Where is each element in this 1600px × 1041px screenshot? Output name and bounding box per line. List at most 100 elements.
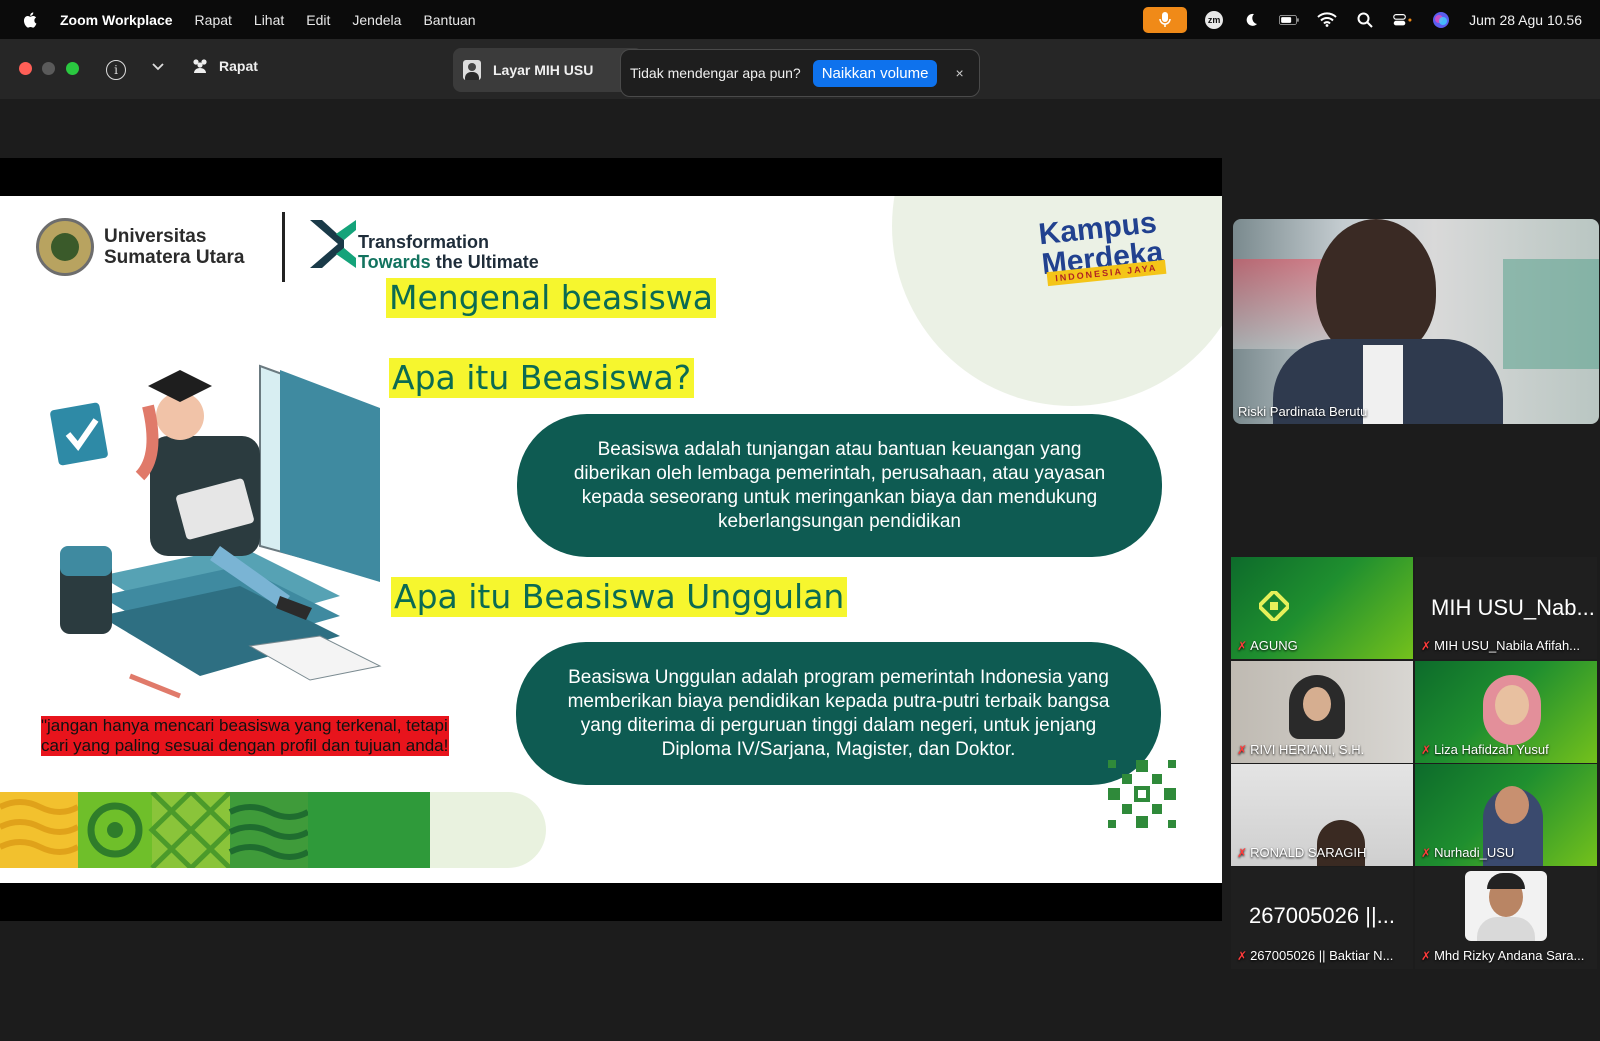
audio-notice-text: Tidak mendengar apa pun? — [630, 65, 801, 81]
close-icon[interactable]: × — [955, 65, 963, 81]
window-minimize-button[interactable] — [42, 62, 55, 75]
menu-rapat[interactable]: Rapat — [195, 12, 232, 28]
participant-name-label: ✗ RIVI HERIANI, S.H. — [1237, 742, 1364, 757]
heading-main: Mengenal beasiswa — [386, 278, 716, 318]
control-center-icon[interactable] — [1393, 11, 1413, 29]
status-area: zm Jum 28 Agu 10.56 — [1143, 0, 1582, 39]
apple-icon[interactable] — [22, 10, 40, 30]
participant-tile[interactable]: MIH USU_Nab... ✗ MIH USU_Nabila Afifah... — [1415, 557, 1597, 659]
meeting-info-icon[interactable]: i — [106, 60, 126, 80]
participant-tile[interactable]: ✗ Mhd Rizky Andana Sara... — [1415, 867, 1597, 969]
participant-face — [1303, 687, 1331, 721]
participant-display-name: MIH USU_Nab... — [1431, 595, 1595, 620]
app-name[interactable]: Zoom Workplace — [60, 12, 173, 28]
menu-edit[interactable]: Edit — [306, 12, 330, 28]
decorative-batik-pattern — [1108, 760, 1176, 828]
participant-name-label: ✗ Liza Hafidzah Yusuf — [1421, 742, 1549, 757]
participant-gallery: ✗ AGUNG MIH USU_Nab... ✗ MIH USU_Nabila Af… — [1231, 557, 1600, 973]
participant-tile[interactable]: ✗ RIVI HERIANI, S.H. — [1231, 661, 1413, 763]
audio-notice-toast: Tidak mendengar apa pun? Naikkan volume … — [620, 49, 980, 97]
background-blur-right — [1503, 259, 1599, 369]
decorative-pattern-band — [0, 792, 546, 868]
graduate-student-illustration — [50, 364, 382, 699]
participant-avatar — [1465, 871, 1547, 941]
participant-display-name: 267005026 ||... — [1249, 903, 1395, 928]
participant-name-label: ✗ MIH USU_Nabila Afifah... — [1421, 638, 1580, 653]
muted-mic-icon: ✗ — [1237, 742, 1248, 757]
speaker-shirt — [1363, 345, 1403, 424]
menu-lihat[interactable]: Lihat — [254, 12, 284, 28]
participant-name: Nurhadi_USU — [1434, 845, 1515, 860]
batik-motif-icon — [1259, 591, 1289, 621]
window-close-button[interactable] — [19, 62, 32, 75]
active-speaker-video[interactable] — [1233, 219, 1599, 424]
tagline-towards: Towards — [358, 252, 431, 272]
chevron-down-icon[interactable] — [152, 60, 164, 74]
sharer-avatar — [463, 60, 481, 80]
muted-mic-icon: ✗ — [1421, 845, 1432, 860]
participant-name-label: ✗ Mhd Rizky Andana Sara... — [1421, 948, 1584, 963]
participant-name: MIH USU_Nabila Afifah... — [1434, 638, 1581, 653]
muted-mic-icon: ✗ — [1421, 742, 1432, 757]
participant-face — [1495, 685, 1529, 725]
speaker-head — [1316, 219, 1436, 359]
microphone-indicator-icon[interactable] — [1143, 6, 1188, 33]
transformation-logo-icon — [310, 220, 356, 268]
heading-question-1: Apa itu Beasiswa? — [389, 358, 695, 398]
moon-icon[interactable] — [1241, 11, 1261, 29]
participant-name-label: ✗ Nurhadi_USU — [1421, 845, 1514, 860]
answer-1-text: Beasiswa adalah tunjangan atau bantuan k… — [573, 438, 1106, 532]
raise-volume-button[interactable]: Naikkan volume — [812, 59, 938, 87]
participant-tile[interactable]: ✗ AGUNG — [1231, 557, 1413, 659]
menu-bar: Zoom Workplace Rapat Lihat Edit Jendela … — [0, 0, 1600, 39]
menubar-clock[interactable]: Jum 28 Agu 10.56 — [1469, 12, 1582, 28]
participant-name: AGUNG — [1250, 638, 1298, 653]
answer-2-text: Beasiswa Unggulan adalah program pemerin… — [567, 666, 1110, 760]
muted-mic-icon: ✗ — [1421, 948, 1432, 963]
meeting-menu-button[interactable]: Rapat — [191, 58, 258, 74]
answer-bubble-1: Beasiswa adalah tunjangan atau bantuan k… — [517, 414, 1162, 557]
answer-bubble-2: Beasiswa Unggulan adalah program pemerin… — [516, 642, 1161, 785]
muted-mic-icon: ✗ — [1237, 845, 1248, 860]
participant-tile[interactable]: 267005026 ||... ✗ 267005026 || Baktiar N.… — [1231, 867, 1413, 969]
heading-question-2: Apa itu Beasiswa Unggulan — [391, 577, 848, 617]
muted-mic-icon: ✗ — [1237, 948, 1248, 963]
presentation-slide: Universitas Sumatera Utara Transformatio… — [0, 196, 1222, 883]
tagline: Transformation Towards the Ultimate — [358, 232, 539, 272]
tagline-line1: Transformation — [358, 232, 490, 252]
wifi-icon[interactable] — [1317, 11, 1337, 29]
meeting-menu-label: Rapat — [219, 58, 258, 74]
siri-icon[interactable] — [1431, 11, 1451, 29]
search-icon[interactable] — [1355, 11, 1375, 29]
university-name-line2: Sumatera Utara — [104, 247, 245, 268]
participant-tile[interactable]: ✗ Liza Hafidzah Yusuf — [1415, 661, 1597, 763]
shared-screen-selector[interactable]: Layar MIH USU — [453, 48, 643, 92]
speaker-name: Riski Pardinata Berutu — [1238, 404, 1368, 419]
muted-mic-icon: ✗ — [1237, 638, 1248, 653]
participant-face — [1495, 786, 1529, 824]
shared-screen-label: Layar MIH USU — [493, 62, 594, 78]
motivational-quote: "jangan hanya mencari beasiswa yang terk… — [41, 716, 449, 756]
participant-tile[interactable]: ✗ RONALD SARAGIH — [1231, 764, 1413, 866]
participant-name: Mhd Rizky Andana Sara... — [1434, 948, 1585, 963]
logo-divider — [282, 212, 285, 282]
participant-name: RONALD SARAGIH — [1250, 845, 1367, 860]
participant-name-label: ✗ RONALD SARAGIH — [1237, 845, 1366, 860]
university-name-line1: Universitas — [104, 226, 207, 247]
participant-name-label: ✗ 267005026 || Baktiar N... — [1237, 948, 1393, 963]
menu-jendela[interactable]: Jendela — [352, 12, 401, 28]
participant-name: Liza Hafidzah Yusuf — [1434, 742, 1549, 757]
participants-icon — [193, 59, 207, 73]
battery-icon[interactable] — [1279, 11, 1299, 29]
window-zoom-button[interactable] — [66, 62, 79, 75]
participant-name: 267005026 || Baktiar N... — [1250, 948, 1394, 963]
university-name: Universitas Sumatera Utara — [104, 226, 244, 268]
participant-name-label: ✗ AGUNG — [1237, 638, 1298, 653]
usu-logo — [36, 218, 94, 276]
participant-tile[interactable]: ✗ Nurhadi_USU — [1415, 764, 1597, 866]
menu-bantuan[interactable]: Bantuan — [423, 12, 475, 28]
tagline-ultimate: the Ultimate — [435, 252, 539, 272]
muted-mic-icon: ✗ — [1421, 638, 1432, 653]
zoom-menubar-icon[interactable]: zm — [1205, 10, 1224, 29]
participant-name: RIVI HERIANI, S.H. — [1250, 742, 1365, 757]
